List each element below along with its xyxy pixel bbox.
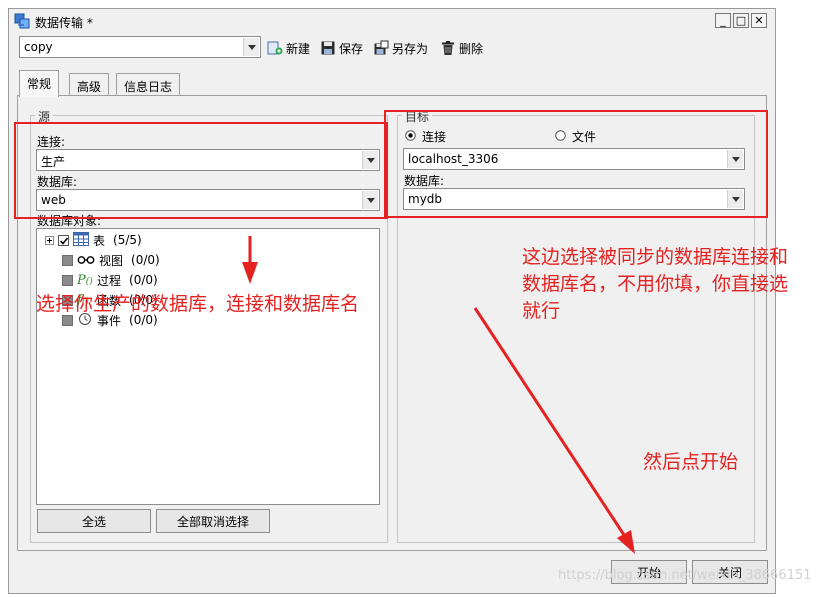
start-annotation: 然后点开始 [643,451,739,473]
target-annotation-line-2: 数据库名，不用你填，你直接选 [522,273,789,295]
tab-general[interactable]: 常规 [19,70,60,97]
target-annotation-line-1: 这边选择被同步的数据库连接和 [522,246,789,268]
target-annotation-line-3: 就行 [522,300,561,322]
down-arrow-start [473,307,635,554]
source-annotation: 选择你生产的数据库，连接和数据库名 [36,293,360,315]
watermark: https://blog.csdn.net/weixin_38666151 [558,568,812,583]
down-arrow-left [242,236,258,284]
